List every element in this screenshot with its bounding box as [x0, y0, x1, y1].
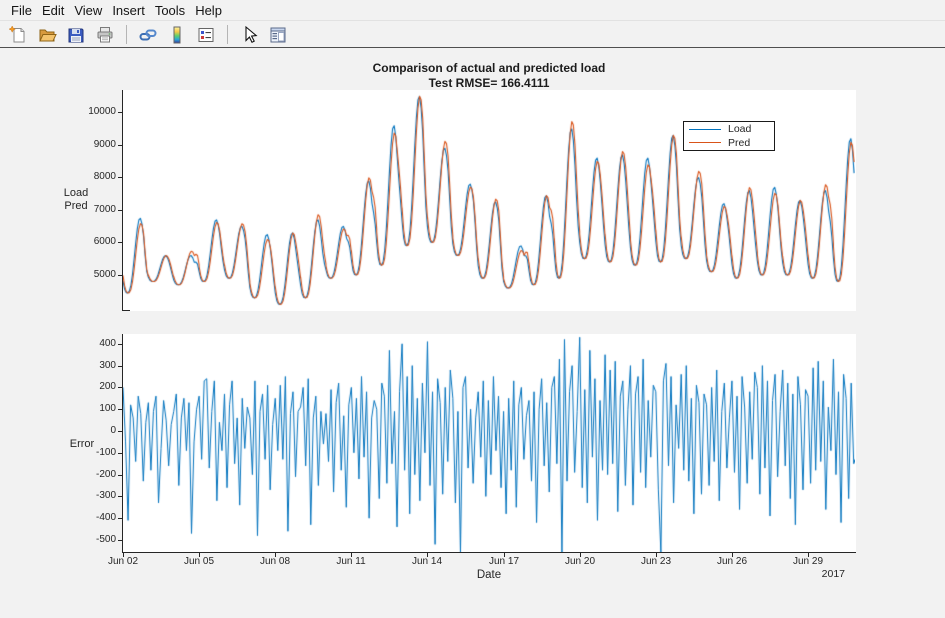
ytick-label-error: -100 [70, 447, 116, 459]
xtick-mark [808, 553, 809, 557]
ytick-mark-load [118, 242, 123, 243]
matlab-figure-window: { "menubar": { "items": ["File", "Edit",… [0, 0, 945, 618]
ytick-label-error: 300 [70, 360, 116, 372]
x-axis-label-date: Date [123, 569, 855, 582]
legend-label-pred: Pred [728, 137, 750, 149]
new-figure-button[interactable] [6, 24, 30, 46]
print-figure-button[interactable] [93, 24, 117, 46]
xtick-mark [123, 553, 124, 557]
ytick-label-error: -300 [70, 490, 116, 502]
print-figure-icon [95, 25, 115, 45]
x-axis-year-label: 2017 [760, 568, 845, 581]
ytick-label-error: -400 [70, 512, 116, 524]
ytick-label-error: -200 [70, 469, 116, 481]
insert-colorbar-icon [167, 25, 187, 45]
ytick-mark-error [118, 496, 123, 497]
ytick-mark-load [118, 145, 123, 146]
property-inspector-button[interactable] [266, 24, 290, 46]
menu-item-insert[interactable]: Insert [107, 1, 150, 20]
xtick-label: Jun 26 [710, 556, 754, 568]
xtick-label: Jun 11 [329, 556, 373, 568]
ytick-label-error: 200 [70, 381, 116, 393]
xtick-mark [580, 553, 581, 557]
ytick-mark-load [118, 275, 123, 276]
insert-legend-button[interactable] [194, 24, 218, 46]
save-figure-button[interactable] [64, 24, 88, 46]
ytick-mark-error [118, 344, 123, 345]
xtick-label: Jun 17 [482, 556, 526, 568]
xtick-label: Jun 23 [634, 556, 678, 568]
ytick-mark-error [118, 518, 123, 519]
xtick-label: Jun 29 [786, 556, 830, 568]
ytick-mark-error [118, 409, 123, 410]
legend-entry-pred[interactable]: Pred [689, 137, 769, 150]
toolbar-separator [227, 25, 228, 44]
xtick-label: Jun 08 [253, 556, 297, 568]
xtick-mark [732, 553, 733, 557]
ytick-mark-error [118, 431, 123, 432]
plot-title: Comparison of actual and predicted load [123, 61, 855, 76]
ytick-mark-error [118, 475, 123, 476]
insert-colorbar-button[interactable] [165, 24, 189, 46]
ytick-label-error: -500 [70, 534, 116, 546]
toolbar-separator [126, 25, 127, 44]
new-figure-icon [8, 25, 28, 45]
menu-bar: FileEditViewInsertToolsHelp [0, 0, 945, 21]
legend-line-load [689, 129, 721, 130]
xtick-mark [504, 553, 505, 557]
xtick-label: Jun 05 [177, 556, 221, 568]
legend-entry-load[interactable]: Load [689, 123, 769, 136]
link-plot-icon [138, 25, 158, 45]
xtick-label: Jun 14 [405, 556, 449, 568]
open-file-icon [37, 25, 57, 45]
top-plot-x-axis-stub [123, 310, 130, 311]
error-canvas[interactable] [123, 334, 855, 552]
menu-item-view[interactable]: View [69, 1, 107, 20]
menu-item-edit[interactable]: Edit [37, 1, 69, 20]
menu-item-file[interactable]: File [6, 1, 37, 20]
ytick-mark-error [118, 540, 123, 541]
figure-toolbar [0, 22, 945, 48]
ytick-mark-load [118, 177, 123, 178]
xtick-mark [656, 553, 657, 557]
error-plot-area[interactable] [122, 334, 856, 553]
xtick-mark [199, 553, 200, 557]
menu-item-help[interactable]: Help [190, 1, 227, 20]
link-plot-button[interactable] [136, 24, 160, 46]
ytick-label-load: 10000 [70, 106, 116, 118]
plot-subtitle: Test RMSE= 166.4111 [123, 76, 855, 91]
save-figure-icon [66, 25, 86, 45]
ytick-mark-load [118, 210, 123, 211]
legend-label-load: Load [728, 123, 751, 135]
ytick-mark-load [118, 112, 123, 113]
ytick-label-load: 9000 [70, 139, 116, 151]
xtick-mark [427, 553, 428, 557]
insert-legend-icon [196, 25, 216, 45]
legend-box[interactable]: Load Pred [683, 121, 775, 151]
xtick-mark [275, 553, 276, 557]
ytick-mark-error [118, 453, 123, 454]
ytick-label-load: 5000 [70, 269, 116, 281]
edit-plot-button[interactable] [237, 24, 261, 46]
property-inspector-icon [268, 25, 288, 45]
legend-line-pred [689, 142, 721, 143]
ytick-label-load: 8000 [70, 171, 116, 183]
ytick-label-error: 100 [70, 403, 116, 415]
ytick-label-load: 6000 [70, 236, 116, 248]
plot-title-block: Comparison of actual and predicted load … [123, 61, 855, 91]
xtick-label: Jun 20 [558, 556, 602, 568]
open-file-button[interactable] [35, 24, 59, 46]
ytick-label-load: 7000 [70, 204, 116, 216]
xtick-mark [351, 553, 352, 557]
ytick-label-error: 0 [70, 425, 116, 437]
ytick-label-error: 400 [70, 338, 116, 350]
edit-plot-icon [239, 25, 259, 45]
ytick-mark-error [118, 366, 123, 367]
menu-item-tools[interactable]: Tools [150, 1, 190, 20]
xtick-label: Jun 02 [101, 556, 145, 568]
ytick-mark-error [118, 387, 123, 388]
